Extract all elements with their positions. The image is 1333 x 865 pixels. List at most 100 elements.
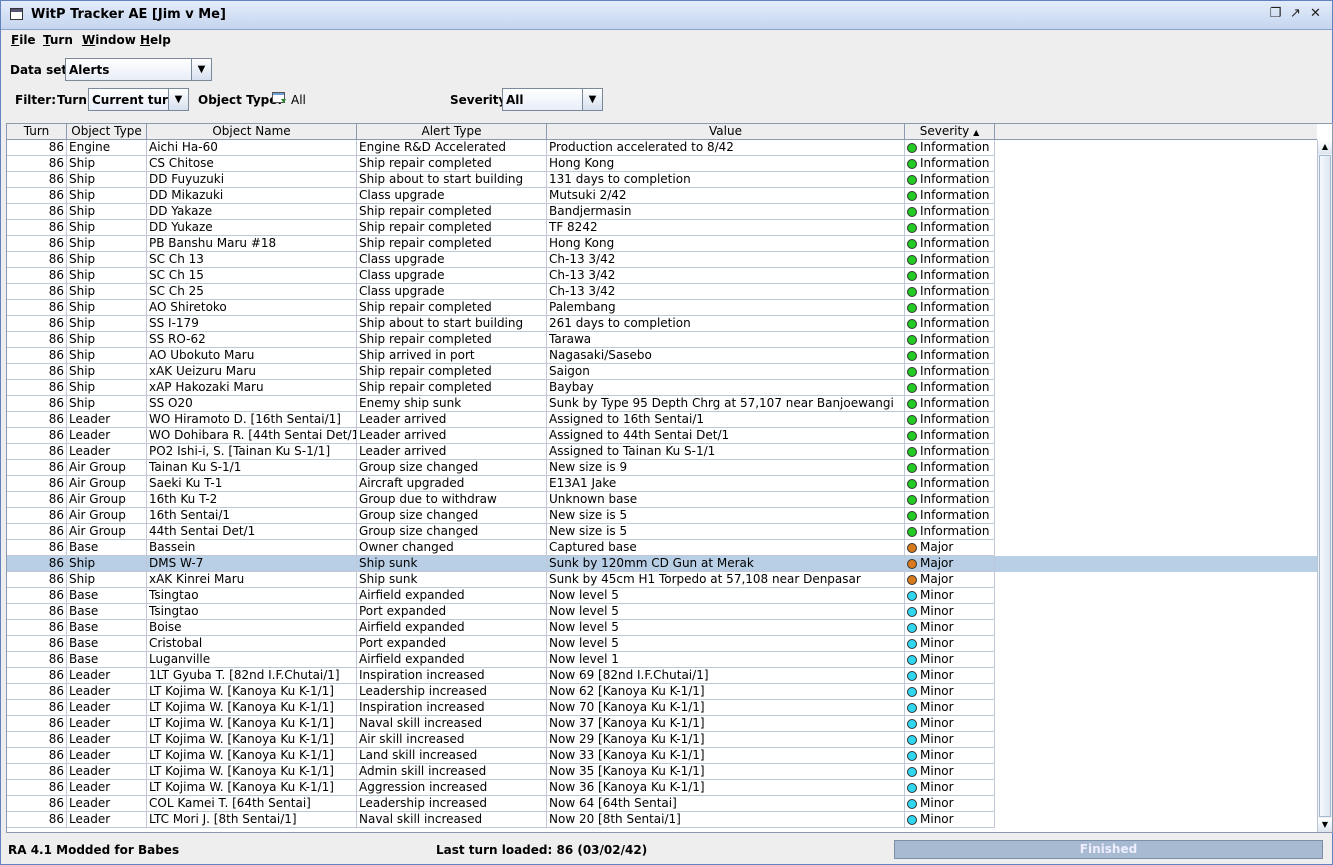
table-row[interactable]: 86 Leader COL Kamei T. [64th Sentai] Leader… <box>7 796 1317 812</box>
vertical-scrollbar[interactable]: ▲ ▼ <box>1317 140 1332 832</box>
column-header-object-type[interactable]: Object Type <box>67 124 147 139</box>
column-header-value[interactable]: Value <box>547 124 905 139</box>
object-type-filter-value[interactable]: All <box>291 93 306 107</box>
object-type-picker-icon[interactable] <box>272 91 287 105</box>
table-row[interactable]: 86 Ship SC Ch 25 Class upgrade Ch-13 3/42 Inf… <box>7 284 1317 300</box>
cell-severity: Information <box>905 412 995 428</box>
table-row[interactable]: 86 Leader LT Kojima W. [Kanoya Ku K-1/1] Ag… <box>7 780 1317 796</box>
table-row[interactable]: 86 Base Tsingtao Port expanded Now level 5 Mi… <box>7 604 1317 620</box>
cell-alert-type: Aggression increased <box>357 780 547 796</box>
object-type-filter-label: Object Type: <box>198 93 283 107</box>
table-row[interactable]: 86 Leader PO2 Ishi-i, S. [Tainan Ku S-1/1]… <box>7 444 1317 460</box>
table-row[interactable]: 86 Leader LT Kojima W. [Kanoya Ku K-1/1] Na… <box>7 716 1317 732</box>
cell-value: Now level 5 <box>547 604 905 620</box>
table-row[interactable]: 86 Leader LT Kojima W. [Kanoya Ku K-1/1] La… <box>7 748 1317 764</box>
table-row[interactable]: 86 Ship CS Chitose Ship repair completed Hon… <box>7 156 1317 172</box>
table-row[interactable]: 86 Ship DD Yukaze Ship repair completed TF 8… <box>7 220 1317 236</box>
table-row[interactable]: 86 Ship DMS W-7 Ship sunk Sunk by 120mm CD G… <box>7 556 1317 572</box>
cell-object-name: Tainan Ku S-1/1 <box>147 460 357 476</box>
severity-text: Information <box>920 412 990 426</box>
scrollbar-thumb[interactable] <box>1319 155 1331 817</box>
cell-severity: Minor <box>905 764 995 780</box>
cell-severity: Minor <box>905 588 995 604</box>
table-row[interactable]: 86 Leader LT Kojima W. [Kanoya Ku K-1/1] Ai… <box>7 732 1317 748</box>
table-row[interactable]: 86 Ship PB Banshu Maru #18 Ship repair comp… <box>7 236 1317 252</box>
table-row[interactable]: 86 Leader WO Hiramoto D. [16th Sentai/1] Le… <box>7 412 1317 428</box>
severity-text: Minor <box>920 700 954 714</box>
table-row[interactable]: 86 Ship AO Shiretoko Ship repair completed P… <box>7 300 1317 316</box>
maximize-icon[interactable]: ↗ <box>1288 7 1303 22</box>
turn-filter-select[interactable]: Current turn ▼ <box>88 88 189 111</box>
chevron-down-icon[interactable]: ▼ <box>191 59 211 80</box>
cell-turn: 86 <box>7 268 67 284</box>
severity-dot-icon <box>907 607 917 617</box>
cell-severity: Minor <box>905 652 995 668</box>
severity-dot-icon <box>907 175 917 185</box>
table-row[interactable]: 86 Engine Aichi Ha-60 Engine R&D Accelerate… <box>7 140 1317 156</box>
table-row[interactable]: 86 Ship xAK Ueizuru Maru Ship repair comple… <box>7 364 1317 380</box>
severity-text: Minor <box>920 684 954 698</box>
close-icon[interactable]: ✕ <box>1308 7 1323 22</box>
table-row[interactable]: 86 Air Group 44th Sentai Det/1 Group size c… <box>7 524 1317 540</box>
table-row[interactable]: 86 Leader LT Kojima W. [Kanoya Ku K-1/1] In… <box>7 700 1317 716</box>
menu-help[interactable]: Help <box>140 33 171 47</box>
chevron-down-icon[interactable]: ▼ <box>582 89 602 110</box>
table-row[interactable]: 86 Base Cristobal Port expanded Now level 5 M… <box>7 636 1317 652</box>
cell-object-type: Leader <box>67 780 147 796</box>
cell-turn: 86 <box>7 540 67 556</box>
cell-alert-type: Ship about to start building <box>357 172 547 188</box>
cell-object-name: DMS W-7 <box>147 556 357 572</box>
cell-value: Now level 5 <box>547 620 905 636</box>
table-row[interactable]: 86 Leader LT Kojima W. [Kanoya Ku K-1/1] Ad… <box>7 764 1317 780</box>
table-row[interactable]: 86 Ship SS O20 Enemy ship sunk Sunk by Type … <box>7 396 1317 412</box>
severity-text: Minor <box>920 764 954 778</box>
table-row[interactable]: 86 Leader WO Dohibara R. [44th Sentai Det/… <box>7 428 1317 444</box>
table-row[interactable]: 86 Air Group Tainan Ku S-1/1 Group size cha… <box>7 460 1317 476</box>
menu-turn[interactable]: Turn <box>43 33 73 47</box>
column-header-turn[interactable]: Turn <box>7 124 67 139</box>
cell-object-type: Base <box>67 540 147 556</box>
table-row[interactable]: 86 Ship AO Ubokuto Maru Ship arrived in por… <box>7 348 1317 364</box>
chevron-down-icon[interactable]: ▼ <box>168 89 188 110</box>
cell-turn: 86 <box>7 764 67 780</box>
title-bar[interactable]: WitP Tracker AE [Jim v Me] ❐ ↗ ✕ <box>1 1 1332 30</box>
column-header-object-name[interactable]: Object Name <box>147 124 357 139</box>
table-row[interactable]: 86 Air Group 16th Sentai/1 Group size chang… <box>7 508 1317 524</box>
table-row[interactable]: 86 Leader 1LT Gyuba T. [82nd I.F.Chutai/1]… <box>7 668 1317 684</box>
cell-turn: 86 <box>7 700 67 716</box>
table-row[interactable]: 86 Ship SC Ch 13 Class upgrade Ch-13 3/42 Inf… <box>7 252 1317 268</box>
column-header-alert-type[interactable]: Alert Type <box>357 124 547 139</box>
table-row[interactable]: 86 Ship DD Yakaze Ship repair completed Band… <box>7 204 1317 220</box>
menu-file[interactable]: File <box>11 33 36 47</box>
dataset-select[interactable]: Alerts ▼ <box>65 58 212 81</box>
scroll-down-icon[interactable]: ▼ <box>1318 818 1332 832</box>
cell-alert-type: Naval skill increased <box>357 716 547 732</box>
severity-text: Information <box>920 508 990 522</box>
table-row[interactable]: 86 Air Group Saeki Ku T-1 Aircraft upgraded… <box>7 476 1317 492</box>
table-row[interactable]: 86 Base Luganville Airfield expanded Now lev… <box>7 652 1317 668</box>
table-row[interactable]: 86 Ship DD Fuyuzuki Ship about to start bui… <box>7 172 1317 188</box>
minimize-icon[interactable]: ❐ <box>1268 7 1283 22</box>
severity-text: Minor <box>920 620 954 634</box>
table-row[interactable]: 86 Ship SS I-179 Ship about to start buildi… <box>7 316 1317 332</box>
table-row[interactable]: 86 Ship DD Mikazuki Class upgrade Mutsuki 2/… <box>7 188 1317 204</box>
cell-object-type: Leader <box>67 748 147 764</box>
table-row[interactable]: 86 Air Group 16th Ku T-2 Group due to withd… <box>7 492 1317 508</box>
table-row[interactable]: 86 Ship xAK Kinrei Maru Ship sunk Sunk by 45… <box>7 572 1317 588</box>
table-row[interactable]: 86 Ship SC Ch 15 Class upgrade Ch-13 3/42 Inf… <box>7 268 1317 284</box>
column-header-severity[interactable]: Severity ▲ <box>905 124 995 139</box>
cell-severity: Major <box>905 540 995 556</box>
scroll-up-icon[interactable]: ▲ <box>1318 140 1332 154</box>
table-row[interactable]: 86 Leader LTC Mori J. [8th Sentai/1] Naval … <box>7 812 1317 828</box>
table-row[interactable]: 86 Base Boise Airfield expanded Now level 5 M… <box>7 620 1317 636</box>
table-row[interactable]: 86 Ship SS RO-62 Ship repair completed Taraw… <box>7 332 1317 348</box>
table-row[interactable]: 86 Leader LT Kojima W. [Kanoya Ku K-1/1] Le… <box>7 684 1317 700</box>
severity-filter-select[interactable]: All ▼ <box>502 88 603 111</box>
table-row[interactable]: 86 Ship xAP Hakozaki Maru Ship repair compl… <box>7 380 1317 396</box>
table-header: Turn Object Type Object Name Alert Type … <box>7 124 1317 140</box>
table-row[interactable]: 86 Base Tsingtao Airfield expanded Now level… <box>7 588 1317 604</box>
cell-alert-type: Ship repair completed <box>357 204 547 220</box>
dataset-select-value: Alerts <box>69 63 110 77</box>
table-row[interactable]: 86 Base Bassein Owner changed Captured base M… <box>7 540 1317 556</box>
menu-window[interactable]: Window <box>82 33 136 47</box>
